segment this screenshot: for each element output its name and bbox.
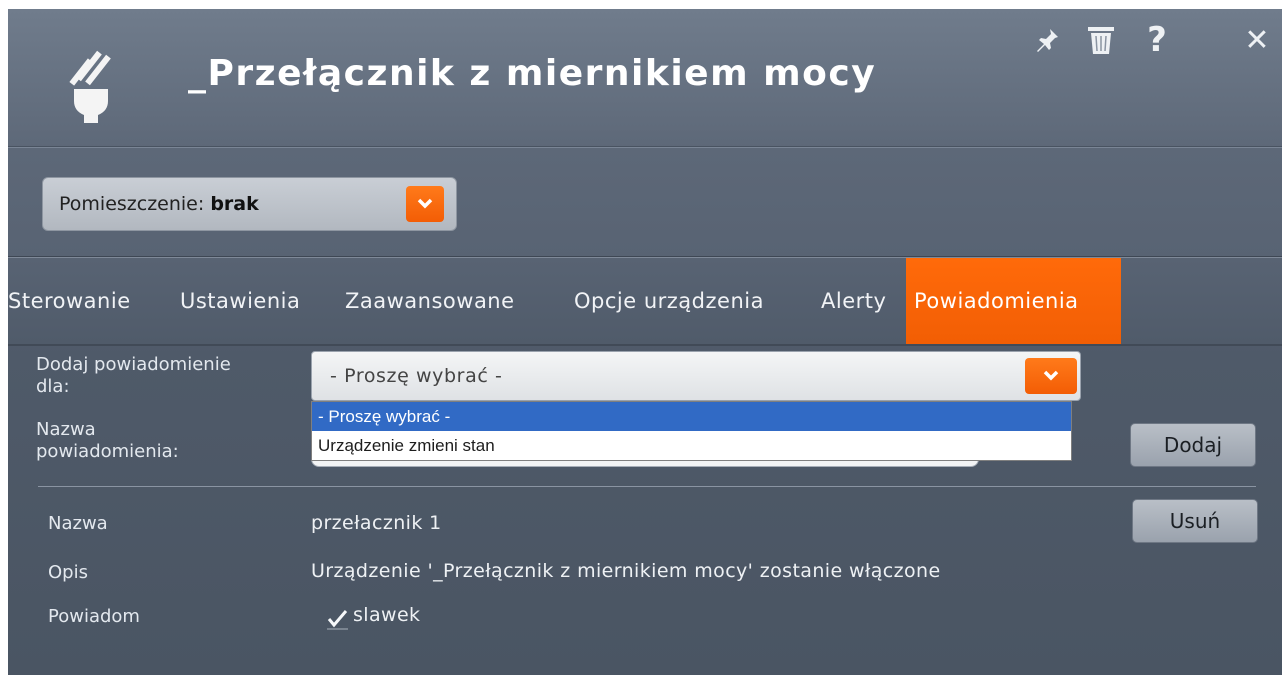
tab-alerty[interactable]: Alerty	[821, 258, 886, 344]
dropdown-option[interactable]: - Proszę wybrać -	[312, 402, 1071, 431]
room-value: brak	[210, 193, 259, 215]
tab-powiadomienia[interactable]: Powiadomienia	[906, 258, 1121, 344]
trash-icon[interactable]	[1086, 23, 1116, 57]
device-panel: _Przełącznik z miernikiem mocy ? ✕ Pomie…	[8, 9, 1282, 675]
device-title: _Przełącznik z miernikiem mocy	[188, 53, 877, 94]
notify-checkbox[interactable]	[324, 605, 350, 631]
close-icon[interactable]: ✕	[1242, 23, 1272, 58]
plug-icon	[69, 50, 111, 123]
notify-user: slawek	[353, 604, 421, 626]
notification-type-select[interactable]: - Proszę wybrać -	[311, 351, 1081, 401]
tab-sterowanie[interactable]: Sterowanie	[8, 258, 131, 344]
help-icon[interactable]: ?	[1142, 20, 1172, 60]
chevron-down-icon	[1043, 370, 1059, 381]
description-value: Urządzenie '_Przełącznik z miernikiem mo…	[311, 560, 941, 582]
notification-type-dropdown[interactable]: - Proszę wybrać - Urządzenie zmieni stan	[311, 401, 1072, 461]
select-dropdown-button[interactable]	[1025, 358, 1077, 394]
room-dropdown-button[interactable]	[406, 186, 444, 222]
divider	[38, 486, 1256, 487]
notification-name-label: Nazwa powiadomienia:	[36, 419, 179, 462]
tab-ustawienia[interactable]: Ustawienia	[180, 258, 300, 344]
name-value: przełacznik 1	[311, 512, 442, 534]
notify-label: Powiadom	[48, 606, 140, 627]
name-label: Nazwa	[48, 513, 108, 534]
add-button[interactable]: Dodaj	[1130, 423, 1256, 467]
remove-button[interactable]: Usuń	[1132, 499, 1258, 543]
dropdown-option[interactable]: Urządzenie zmieni stan	[312, 431, 1071, 460]
pin-icon[interactable]	[1032, 23, 1062, 57]
add-for-label: Dodaj powiadomienie dla:	[36, 354, 231, 397]
tab-zaawansowane[interactable]: Zaawansowane	[345, 258, 515, 344]
chevron-down-icon	[417, 198, 433, 209]
room-label: Pomieszczenie: brak	[59, 193, 259, 215]
tab-opcje-urzadzenia[interactable]: Opcje urządzenia	[574, 258, 764, 344]
room-select[interactable]: Pomieszczenie: brak	[42, 177, 457, 231]
tab-bar: Sterowanie Ustawienia Zaawansowane Opcje…	[8, 258, 1282, 344]
select-value: - Proszę wybrać -	[330, 365, 503, 387]
description-label: Opis	[48, 562, 88, 583]
